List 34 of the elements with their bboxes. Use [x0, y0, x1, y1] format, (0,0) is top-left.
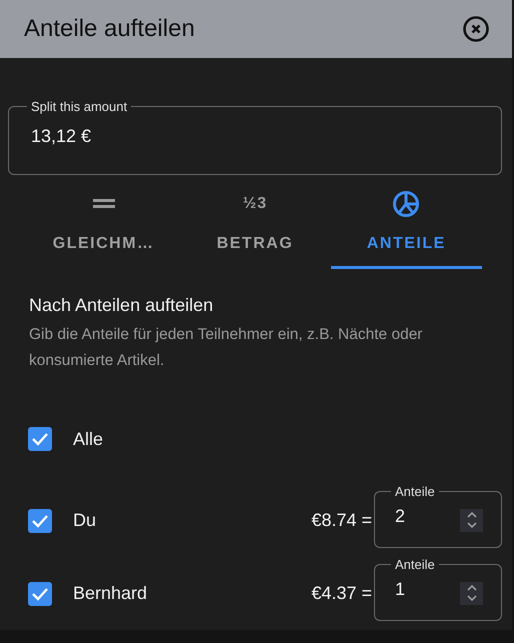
field-label: Anteile — [394, 484, 436, 498]
up-down-chevron-icon — [466, 511, 478, 529]
tab[interactable]: GLEICHM… — [28, 177, 180, 269]
up-down-chevron-icon — [466, 584, 478, 602]
participant-name: Alle — [73, 428, 104, 450]
checkbox[interactable] — [28, 508, 52, 532]
shares-field[interactable]: Anteile 1 — [374, 556, 502, 620]
section-title: Nach Anteilen aufteilen — [29, 295, 214, 316]
check-icon — [31, 514, 49, 528]
field-value: 2 — [395, 504, 406, 528]
shares-field[interactable]: Anteile 2 — [374, 484, 502, 548]
fraction-icon: ½3 — [242, 195, 268, 213]
tab[interactable]: ANTEILE — [330, 177, 482, 269]
spinner-button[interactable] — [460, 582, 483, 604]
check-icon — [31, 586, 49, 600]
field-label: Split this amount — [30, 99, 128, 114]
share-amount: €8.74 = — [311, 510, 372, 531]
close-button[interactable] — [462, 15, 490, 43]
field-value: 1 — [395, 578, 406, 600]
spinner-button[interactable] — [460, 508, 483, 532]
tab[interactable]: ½3 BETRAG — [179, 177, 331, 269]
dialog-title: Anteile aufteilen — [24, 15, 195, 43]
amount-field[interactable]: Split this amount 13,12 € — [8, 99, 502, 175]
checkbox[interactable] — [28, 427, 52, 451]
participant-name: Du — [73, 510, 98, 531]
share-amount: €4.37 = — [311, 583, 372, 604]
field-label: Anteile — [394, 556, 436, 572]
check-icon — [31, 432, 49, 446]
participant-name: Bernhard — [73, 583, 148, 604]
section-description: Gib die Anteile für jeden Teilnehmer ein, z.B. Nächte oder konsumierte Artikel. — [29, 325, 424, 371]
field-value: 13,12 € — [31, 126, 92, 147]
equals-icon — [92, 199, 115, 209]
checkbox[interactable] — [28, 582, 52, 606]
pie-chart-icon — [392, 190, 420, 218]
